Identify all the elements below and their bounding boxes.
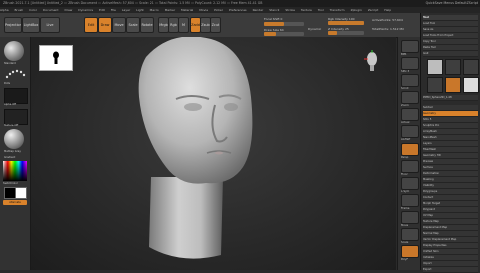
local-symmetry-label: L.Sym bbox=[401, 189, 410, 193]
material-label: MatCap Gray bbox=[4, 150, 21, 153]
alternate-button[interactable]: Alternate bbox=[3, 200, 27, 205]
menu-item-brush[interactable]: Brush bbox=[15, 8, 24, 12]
rgb-intensity-fill bbox=[328, 21, 364, 25]
active-points-readout: ActivePoints: 57,604 bbox=[372, 18, 403, 22]
menu-item-marker[interactable]: Marker bbox=[165, 8, 175, 12]
menu-item-layer[interactable]: Layer bbox=[122, 8, 130, 12]
zoom-label: Zoom bbox=[401, 103, 409, 107]
draw-size-slider[interactable] bbox=[264, 32, 304, 36]
menu-item-color[interactable]: Color bbox=[29, 8, 37, 12]
menu-item-texture[interactable]: Texture bbox=[301, 8, 312, 12]
alpha-label: Alpha Off bbox=[4, 103, 17, 106]
tool-thumb-6[interactable] bbox=[463, 77, 479, 93]
gradient-label[interactable]: Gradient bbox=[4, 156, 15, 159]
m-button[interactable]: M bbox=[178, 17, 189, 33]
projection-master-button[interactable]: Projection Master bbox=[4, 17, 22, 33]
menu-item-document[interactable]: Document bbox=[43, 8, 59, 12]
zcut-button[interactable]: Zcut bbox=[210, 17, 221, 33]
move-view-label: Move bbox=[401, 223, 409, 227]
brush-thumbnail[interactable] bbox=[4, 41, 24, 61]
stroke-label: Dots bbox=[4, 82, 10, 85]
tool-thumb-4[interactable] bbox=[427, 77, 443, 93]
spix-label: SPix 3 bbox=[401, 69, 410, 73]
menu-item-material[interactable]: Material bbox=[181, 8, 193, 12]
menu-item-light[interactable]: Light bbox=[136, 8, 144, 12]
menu-item-preferences[interactable]: Preferences bbox=[229, 8, 247, 12]
menu-item-zscript[interactable]: Zscript bbox=[368, 8, 378, 12]
polyf-label: PolyF bbox=[401, 257, 409, 261]
texture-thumbnail[interactable] bbox=[4, 109, 28, 125]
scale-button[interactable]: Scale bbox=[126, 17, 140, 33]
menu-item-file[interactable]: File bbox=[111, 8, 116, 12]
rotate-button[interactable]: Rotate bbox=[140, 17, 154, 33]
aahalf-label: AAHalf bbox=[401, 137, 411, 141]
frame-label: Frame bbox=[401, 206, 410, 210]
rgb-intensity-slider[interactable] bbox=[328, 21, 364, 25]
menu-item-alpha[interactable]: Alpha bbox=[0, 8, 9, 12]
total-points-readout: TotalPoints: 1.512 Mil bbox=[372, 27, 404, 31]
focal-shift-label: Focal Shift 0 bbox=[264, 17, 283, 21]
z-intensity-fill bbox=[328, 31, 337, 35]
menu-item-render[interactable]: Render bbox=[253, 8, 264, 12]
title-bar: ZBrush 2021.7.1 [Untitled] Untitled_2 ::… bbox=[0, 0, 480, 7]
left-shelf: Standard Dots Alpha Off Texture Off MatC… bbox=[0, 37, 31, 270]
secondary-color-swatch[interactable] bbox=[15, 187, 27, 199]
menu-item-stencil[interactable]: Stencil bbox=[269, 8, 279, 12]
focal-shift-fill bbox=[264, 22, 284, 26]
alpha-thumbnail[interactable] bbox=[4, 88, 28, 104]
menu-item-picker[interactable]: Picker bbox=[214, 8, 223, 12]
menu-item-zplugin[interactable]: Zplugin bbox=[351, 8, 362, 12]
live-boolean-button[interactable]: Live Boolean bbox=[40, 17, 60, 33]
viewport-canvas[interactable] bbox=[31, 37, 396, 270]
menu-item-macro[interactable]: Macro bbox=[150, 8, 159, 12]
menu-item-tool[interactable]: Tool bbox=[318, 8, 324, 12]
move-button[interactable]: Move bbox=[112, 17, 126, 33]
material-thumbnail[interactable] bbox=[4, 129, 24, 149]
switch-color-label[interactable]: SwitchColor bbox=[3, 182, 18, 185]
navigation-head-icon[interactable] bbox=[362, 49, 382, 75]
dynamic-toggle[interactable]: Dynamic bbox=[308, 27, 321, 31]
scroll-label: Scroll bbox=[401, 86, 409, 90]
export-section[interactable]: Export bbox=[423, 267, 478, 273]
menu-item-stroke[interactable]: Stroke bbox=[285, 8, 295, 12]
persp-label: Persp bbox=[401, 155, 409, 159]
tool-thumb-5[interactable] bbox=[445, 77, 461, 93]
draw-size-fill bbox=[264, 32, 276, 36]
tool-thumb-2[interactable] bbox=[445, 59, 461, 75]
menu-item-movie[interactable]: Movie bbox=[199, 8, 208, 12]
draw-button[interactable]: Draw bbox=[98, 17, 112, 33]
z-intensity-slider[interactable] bbox=[328, 31, 364, 35]
top-toolbar: Projection Master LightBox Live Boolean … bbox=[0, 13, 420, 38]
bpr-label: BPR bbox=[401, 52, 407, 56]
floor-label: Floor bbox=[401, 172, 408, 176]
focal-shift-slider[interactable] bbox=[264, 22, 304, 26]
actual-label: Actual bbox=[401, 120, 410, 124]
title-right-status[interactable]: QuickSave Menus DefaultZScript bbox=[426, 0, 478, 7]
tool-palette: Tool Load Tool Save As Load Tools From P… bbox=[420, 13, 480, 273]
color-picker[interactable] bbox=[3, 161, 27, 181]
menu-item-draw[interactable]: Draw bbox=[64, 8, 72, 12]
tool-thumb-head[interactable] bbox=[427, 59, 443, 75]
sculpt-model[interactable] bbox=[31, 37, 396, 270]
menu-item-transform[interactable]: Transform bbox=[330, 8, 345, 12]
edit-button[interactable]: Edit bbox=[84, 17, 98, 33]
tool-thumb-3[interactable] bbox=[463, 59, 479, 75]
stroke-dots-icon[interactable] bbox=[4, 67, 26, 81]
right-shelf: BPR SPix 3 Scroll Zoom Actual AAHalf Per… bbox=[397, 37, 420, 270]
texture-label: Texture Off bbox=[4, 124, 19, 127]
scale-view-label: Scale bbox=[401, 240, 409, 244]
goz-button[interactable]: GoZ bbox=[423, 51, 478, 57]
menu-item-help[interactable]: Help bbox=[384, 8, 391, 12]
window-title: ZBrush 2021.7.1 [Untitled] Untitled_2 ::… bbox=[3, 1, 263, 5]
menu-item-dynamics[interactable]: Dynamics bbox=[78, 8, 93, 12]
lightbox-button[interactable]: LightBox bbox=[22, 17, 40, 33]
brush-label: Standard bbox=[4, 62, 16, 65]
tool-name-label: PM3D_Sphere3D_1.48 bbox=[423, 95, 478, 101]
menu-item-edit[interactable]: Edit bbox=[99, 8, 105, 12]
